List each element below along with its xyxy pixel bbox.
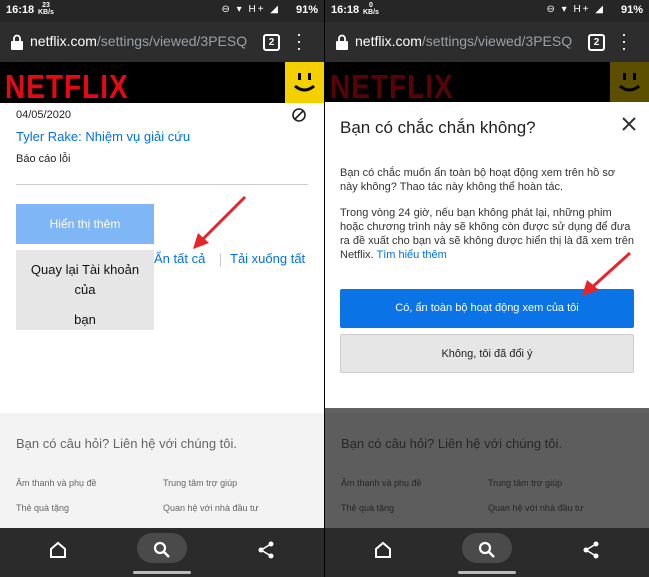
lock-icon (11, 34, 23, 50)
home-icon[interactable] (371, 538, 395, 562)
link-separator (220, 253, 221, 267)
url-text[interactable]: netflix.com/settings/viewed/3PESQ (355, 33, 572, 49)
tabs-icon[interactable]: 2 (263, 34, 280, 51)
dialog-warning-text: Bạn có chắc muốn ẩn toàn bộ hoạt động xe… (340, 167, 616, 193)
gesture-bar (133, 571, 191, 574)
status-netspeed: 23 KB/s (38, 2, 54, 16)
show-more-button[interactable]: Hiển thị thêm (16, 204, 154, 244)
right-screen: 16:18 0 KB/s ⊖ ▾ H+ ◢ 91% netflix.com/set… (325, 0, 649, 577)
status-bar: 16:18 23 KB/s ⊖ ▾ H+ ◢ 91% (0, 0, 324, 22)
home-icon[interactable] (46, 538, 70, 562)
menu-icon[interactable]: · · · (621, 25, 629, 57)
confirm-hide-button[interactable]: Có, ẩn toàn bộ hoạt động xem của tôi (340, 289, 634, 328)
status-battery: 91% (620, 4, 643, 16)
status-bar: 16:18 0 KB/s ⊖ ▾ H+ ◢ 91% (325, 0, 649, 22)
footer-gift-link[interactable]: Thẻ quà tặng (16, 503, 69, 513)
activity-date: 04/05/2020 (16, 109, 72, 121)
close-icon[interactable] (621, 116, 637, 132)
status-netspeed: 0 KB/s (363, 2, 379, 16)
netflix-logo[interactable]: NETFLIX (5, 68, 129, 106)
dialog-title: Bạn có chắc chắn không? (340, 118, 536, 137)
footer-audio-link[interactable]: Âm thanh và phụ đề (16, 478, 97, 488)
left-screen: 16:18 23 KB/s ⊖ ▾ H+ ◢ 91% netflix.com/se… (0, 0, 324, 577)
menu-icon[interactable]: · · · (296, 25, 304, 57)
no-entry-icon[interactable] (292, 108, 306, 122)
confirm-dialog: Bạn có chắc chắn không? Bạn có chắc muốn… (325, 102, 649, 408)
browser-url-bar[interactable]: netflix.com/settings/viewed/3PESQ 2 · · · (0, 22, 324, 62)
status-signal: ⊖ ▾ H+ ◢ (546, 4, 605, 15)
activity-title-link[interactable]: Tyler Rake: Nhiệm vụ giải cứu (16, 129, 190, 144)
footer-help-link[interactable]: Trung tâm trợ giúp (163, 478, 237, 488)
status-time: 16:18 (6, 4, 35, 16)
status-time: 16:18 (331, 4, 360, 16)
learn-more-link[interactable]: Tìm hiểu thêm (376, 249, 446, 261)
gesture-bar (458, 571, 516, 574)
cancel-button[interactable]: Không, tôi đã đổi ý (340, 334, 634, 373)
footer-investors-link[interactable]: Quan hệ với nhà đầu tư (163, 503, 259, 513)
status-battery: 91% (295, 4, 318, 16)
avatar-smiley-icon (294, 73, 315, 92)
share-icon[interactable] (579, 538, 603, 562)
back-to-account-button[interactable]: Quay lại Tài khoản của bạn (16, 250, 154, 330)
lock-icon (336, 34, 348, 50)
url-text[interactable]: netflix.com/settings/viewed/3PESQ (30, 33, 247, 49)
status-signal: ⊖ ▾ H+ ◢ (221, 4, 280, 15)
dialog-info-text: Trong vòng 24 giờ, nếu bạn không phát lạ… (340, 207, 635, 261)
search-icon[interactable] (150, 538, 174, 562)
footer-question: Bạn có câu hỏi? Liên hệ với chúng tôi. (16, 436, 238, 451)
android-nav-bar (0, 528, 324, 577)
viewing-activity: 04/05/2020 Tyler Rake: Nhiệm vụ giải cứu… (0, 103, 324, 413)
browser-url-bar[interactable]: netflix.com/settings/viewed/3PESQ 2 · · · (325, 22, 649, 62)
download-all-link[interactable]: Tải xuống tất (230, 251, 305, 266)
share-icon[interactable] (254, 538, 278, 562)
android-nav-bar (325, 528, 649, 577)
tabs-icon[interactable]: 2 (588, 34, 605, 51)
divider (16, 184, 308, 185)
search-icon[interactable] (475, 538, 499, 562)
hide-all-link[interactable]: Ẩn tất cả (154, 251, 222, 266)
report-problem-link[interactable]: Báo cáo lỗi (16, 153, 70, 165)
netflix-header: NETFLIX (0, 62, 324, 106)
avatar[interactable] (285, 62, 324, 103)
footer: Bạn có câu hỏi? Liên hệ với chúng tôi. Â… (0, 413, 324, 528)
